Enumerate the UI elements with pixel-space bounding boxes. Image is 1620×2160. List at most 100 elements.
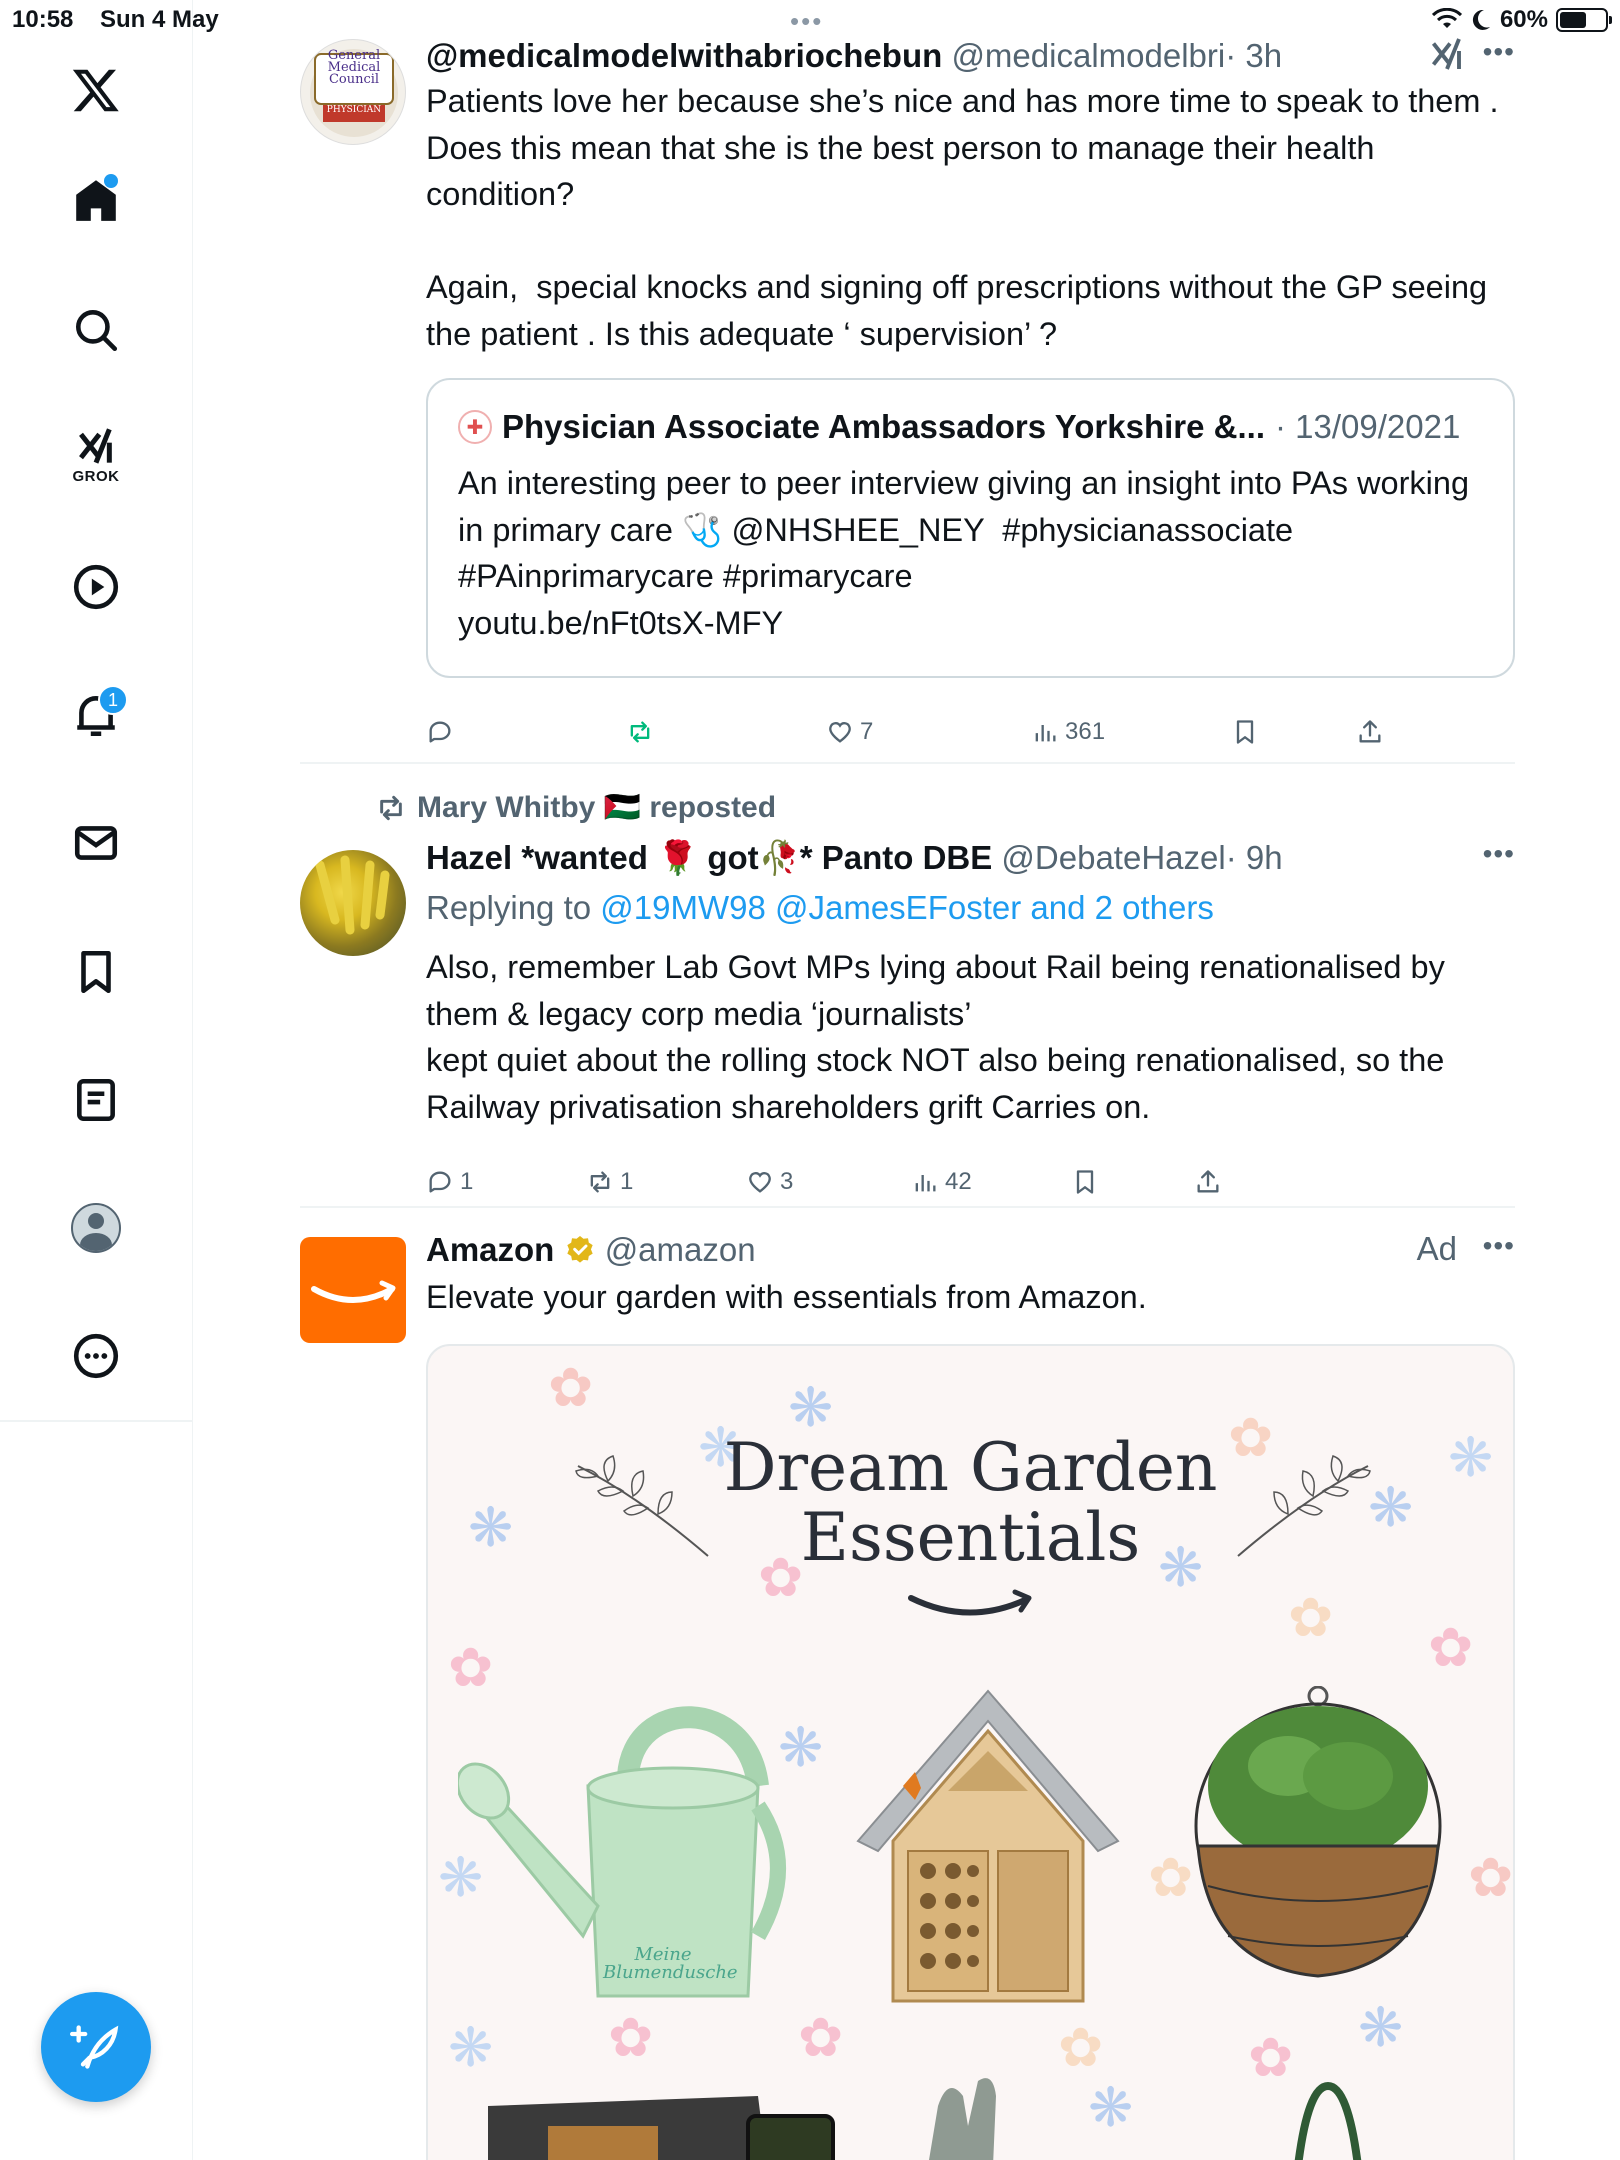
more-options-icon[interactable]: •••	[1483, 1230, 1515, 1262]
views-icon	[1035, 725, 1056, 742]
share-icon	[1197, 1170, 1219, 1193]
nav-search[interactable]	[46, 280, 146, 380]
status-bar: 10:58 Sun 4 May ••• 60%	[0, 0, 1620, 40]
flower-decoration: ✿	[1468, 1848, 1514, 1908]
nav-messages[interactable]	[46, 793, 146, 893]
grok-icon	[79, 427, 112, 464]
flower-decoration: ✿	[1058, 2018, 1104, 2078]
ad-title-line2: Essentials	[800, 1499, 1141, 1576]
views-count: 42	[945, 1168, 972, 1195]
repost-button[interactable]: 1	[586, 1168, 633, 1196]
more-options-icon[interactable]: •••	[1483, 838, 1515, 870]
quote-text: An interesting peer to peer interview gi…	[458, 465, 1470, 641]
tweet-header: Hazel *wanted 🌹 got🥀* Panto DBE @DebateH…	[426, 838, 1515, 878]
compose-feather-icon	[70, 2025, 119, 2069]
nav-home[interactable]	[46, 150, 146, 250]
views-button[interactable]: 42	[911, 1168, 972, 1196]
amazon-smile-icon	[908, 1589, 1032, 1616]
raised-bed-image	[488, 2096, 835, 2160]
heart-icon	[749, 1172, 771, 1193]
repost-by-label[interactable]: Mary Whitby 🇵🇸 reposted	[417, 790, 776, 825]
ad-image[interactable]: ✿ ❋ ❋ ❋ ✿ ❋ ❋ ❋ ✿ ✿ ✿ ✿ ❋ ❋ ✿ ✿ ✿ ✿ ✿ ✿ …	[426, 1344, 1515, 2160]
multitasking-dots-icon[interactable]: •••	[790, 6, 823, 37]
nav-lists[interactable]	[46, 1050, 146, 1150]
like-button[interactable]: 7	[826, 718, 873, 746]
nav-more[interactable]	[46, 1306, 146, 1406]
share-button[interactable]	[1356, 718, 1384, 746]
repost-context: Mary Whitby 🇵🇸 reposted	[375, 790, 776, 825]
garden-bag-image	[1294, 2081, 1362, 2160]
reply-button[interactable]	[426, 718, 460, 746]
bookmark-icon	[1236, 720, 1254, 744]
watering-can-label: Meine Blumendusche	[603, 1944, 738, 1983]
amazon-logo-avatar[interactable]	[300, 1237, 406, 1343]
notifications-badge: 1	[98, 685, 128, 715]
views-count: 361	[1065, 718, 1106, 745]
x-logo-button[interactable]	[46, 40, 146, 140]
battery-fill	[1560, 12, 1587, 28]
tweet-header: @medicalmodelwithabriochebun @medicalmod…	[426, 36, 1515, 76]
flower-decoration: ✿	[1428, 1618, 1474, 1678]
flower-decoration: ✿	[548, 1358, 594, 1418]
wifi-icon	[1431, 8, 1462, 28]
tweet-text: Patients love her because she’s nice and…	[426, 83, 1499, 352]
replying-prefix: Replying to	[426, 889, 601, 926]
like-count: 7	[860, 718, 874, 745]
like-button[interactable]: 3	[746, 1168, 793, 1196]
battery-percent: 60%	[1499, 6, 1548, 33]
reply-count: 1	[460, 1168, 474, 1195]
grok-label: GROK	[72, 467, 120, 485]
author-name[interactable]: Hazel *wanted 🌹 got🥀* Panto DBE	[426, 839, 992, 876]
flower-decoration: ✿	[448, 1638, 494, 1698]
reply-icon	[429, 1171, 451, 1193]
tweet-text: Elevate your garden with essentials from…	[426, 1279, 1147, 1315]
nav-notifications[interactable]: 1	[46, 665, 146, 765]
moon-icon	[1472, 9, 1490, 30]
author-handle[interactable]: @medicalmodelbri	[951, 37, 1225, 74]
author-handle[interactable]: @DebateHazel	[1001, 839, 1225, 876]
bookmark-button[interactable]	[1231, 718, 1259, 746]
more-icon	[73, 1333, 119, 1379]
search-icon	[76, 310, 118, 352]
nav-bookmarks[interactable]	[46, 922, 146, 1022]
author-name[interactable]: @medicalmodelwithabriochebun	[426, 37, 942, 74]
home-unread-dot	[104, 174, 118, 188]
reply-icon	[429, 721, 451, 743]
quoted-tweet[interactable]: ✚ Physician Associate Ambassadors Yorksh…	[426, 378, 1515, 678]
tweet-time[interactable]: · 9h	[1226, 839, 1283, 876]
views-button[interactable]: 361	[1031, 718, 1105, 746]
hanging-basket-image	[1194, 1686, 1442, 1978]
flower-decoration: ❋	[1088, 2078, 1134, 2138]
replying-to: Replying to @19MW98 @JamesEFoster and 2 …	[426, 888, 1515, 928]
video-icon	[73, 564, 119, 610]
author-name[interactable]: Amazon	[426, 1231, 554, 1268]
tweet-divider	[300, 762, 1515, 764]
share-button[interactable]	[1194, 1168, 1222, 1196]
verified-badge-icon	[566, 1236, 593, 1263]
tweet-actions: 1 1 3 42	[426, 1162, 1426, 1202]
quote-author-name: Physician Associate Ambassadors Yorkshir…	[502, 408, 1265, 445]
replying-to-links[interactable]: @19MW98 @JamesEFoster and 2 others	[600, 889, 1214, 926]
nav-video[interactable]	[46, 537, 146, 637]
profile-icon	[71, 1203, 121, 1253]
sidebar: GROK 1	[0, 0, 193, 2160]
heart-icon	[829, 722, 851, 743]
more-options-icon[interactable]: •••	[1483, 36, 1515, 68]
repost-count: 1	[620, 1168, 634, 1195]
lists-icon	[77, 1078, 115, 1122]
reply-button[interactable]: 1	[426, 1168, 473, 1196]
gloves-image	[929, 2078, 996, 2160]
repost-button[interactable]	[626, 718, 660, 746]
bookmark-button[interactable]	[1071, 1168, 1099, 1196]
nav-profile[interactable]	[46, 1178, 146, 1278]
compose-button[interactable]	[41, 1992, 151, 2102]
avatar[interactable]: General Medical Council NOT A PHYSICIAN	[300, 39, 406, 145]
ad-title-line1: Dream Garden	[723, 1429, 1218, 1506]
nav-grok[interactable]: GROK	[46, 405, 146, 505]
avatar[interactable]	[300, 850, 406, 956]
tweet-time[interactable]: · 3h	[1225, 37, 1282, 74]
author-handle[interactable]: @amazon	[605, 1231, 756, 1268]
flower-decoration: ✿	[1148, 1848, 1194, 1908]
status-right: 60%	[1431, 6, 1612, 34]
grok-tweet-button[interactable]	[1429, 36, 1465, 77]
